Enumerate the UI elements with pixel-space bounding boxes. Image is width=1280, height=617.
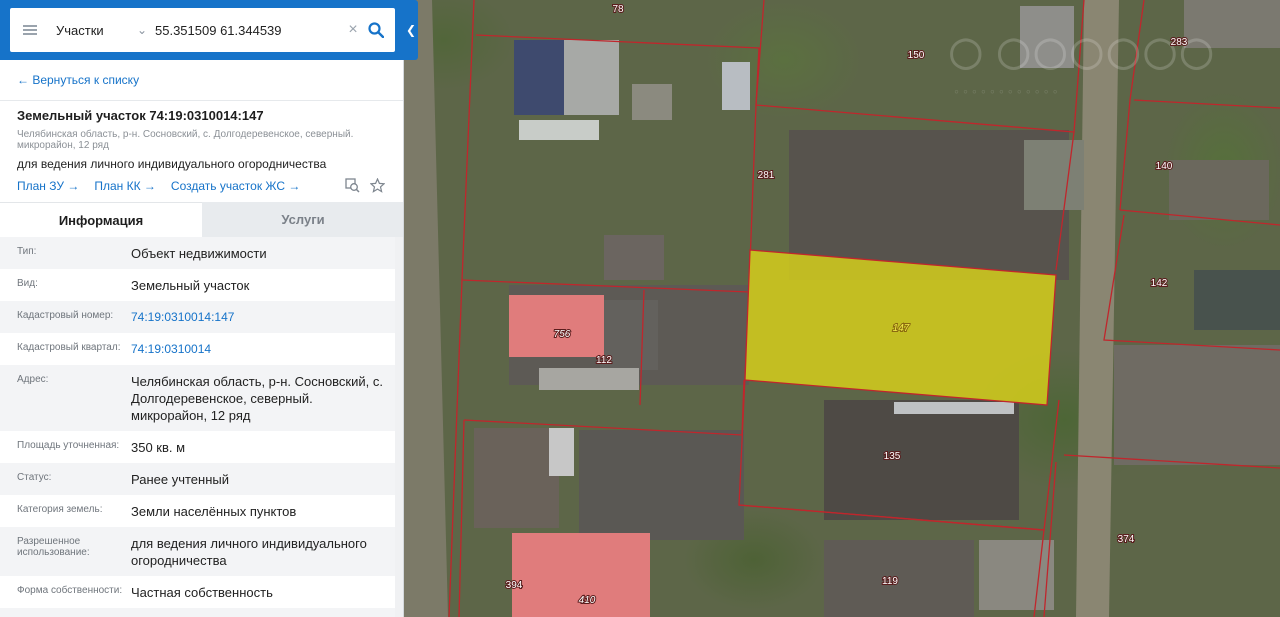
building [564,40,619,115]
row-label: Адрес: [17,374,49,385]
table-row: Адрес: Челябинская область, р-н. Сосновс… [0,365,396,431]
row-label: Статус: [17,472,52,483]
table-row: Площадь уточненная: 350 кв. м [0,431,396,463]
building [514,40,564,115]
divider [0,100,403,101]
info-panel: ← Вернуться к списку Земельный участок 7… [0,60,404,617]
parcel-label: 374 [1118,534,1135,545]
building [824,540,974,617]
layer-select[interactable]: Участки [50,23,132,38]
building [722,62,750,110]
building [979,540,1054,610]
search-header: Участки ⌄ × [0,0,404,60]
locate-icon[interactable] [345,178,360,198]
purpose-text: для ведения личного индивидуального огор… [17,157,327,171]
building [474,428,559,528]
parcel-label: 147 [893,323,910,334]
table-row: Статус: Ранее учтенный [0,463,396,495]
row-value: Челябинская область, р-н. Сосновский, с.… [131,374,383,423]
building [604,235,664,280]
star-icon[interactable] [369,177,386,198]
parcel-label: 112 [596,355,612,366]
tabs: Информация Услуги [0,202,403,238]
cadastral-quarter-link[interactable]: 74:19:0310014 [131,333,396,365]
action-links: План ЗУ → План КК → Создать участок ЖС → [17,179,300,193]
row-label: Вид: [17,278,38,289]
back-to-list-link[interactable]: ← Вернуться к списку [17,73,139,87]
collapse-panel-button[interactable]: ❮ [404,0,418,60]
building [579,430,744,540]
parcel-label: 119 [882,576,898,587]
tab-info[interactable]: Информация [0,202,202,238]
parcel-label: 283 [1171,37,1188,48]
row-label: Форма собственности: [17,585,123,596]
row-label: Категория земель: [17,504,103,515]
row-label: Площадь уточненная: [17,440,120,451]
row-value: 350 кв. м [131,440,186,455]
chevron-left-icon: ❮ [405,23,417,37]
parcel-label: 135 [884,451,901,462]
search-icon[interactable] [364,18,388,42]
parcel-label: 281 [758,170,775,181]
building [1194,270,1280,330]
parcel-label: 150 [908,50,925,61]
row-label: Кадастровый квартал: [17,342,121,353]
search-input[interactable] [152,14,342,46]
row-value: Частная собственность [131,585,273,600]
row-label: Тип: [17,246,37,257]
row-value: для ведения личного индивидуального огор… [131,536,367,568]
row-value [131,608,396,617]
building [824,400,1019,520]
create-parcel-link[interactable]: Создать участок ЖС → [171,179,300,193]
parcel-label: 142 [1151,278,1168,289]
table-row: Кадастровый квартал: 74:19:0310014 [0,333,396,365]
building [894,402,1014,414]
info-table: Тип: Объект недвижимости Вид: Земельный … [0,237,396,617]
parcel-label: 756 [554,329,571,340]
table-row: Разрешенное использование: для ведения л… [0,527,396,576]
table-row: Категория земель: Земли населённых пункт… [0,495,396,527]
building [1114,345,1280,465]
parcel-label: 140 [1156,161,1173,172]
building [1169,160,1269,220]
panel-actions [345,177,386,198]
road [404,0,448,617]
parcel-label: 78 [612,4,624,15]
menu-icon[interactable] [10,8,50,52]
row-value: Земли населённых пунктов [131,504,297,519]
table-row: Форма собственности: Частная собственнос… [0,576,396,608]
search-bar: Участки ⌄ × [10,8,395,52]
map-canvas[interactable]: ◯ ◯◯◯◯◯◯ ◦◦◦◦◦◦◦◦◦◦◦◦ 78 150 283 281 140… [404,0,1280,617]
row-label [0,608,131,617]
road [1076,0,1119,617]
row-value: Ранее учтенный [131,472,229,487]
building [1024,140,1084,210]
tab-services[interactable]: Услуги [202,202,403,237]
map-view[interactable]: ◯ ◯◯◯◯◯◯ ◦◦◦◦◦◦◦◦◦◦◦◦ 78 150 283 281 140… [404,0,1280,617]
plan-kk-link[interactable]: План КК → [94,179,156,193]
row-value: Объект недвижимости [131,246,267,261]
chevron-down-icon[interactable]: ⌄ [132,23,152,37]
table-row [0,608,396,617]
row-label: Кадастровый номер: [17,310,114,321]
plan-zu-link[interactable]: План ЗУ → [17,179,79,193]
scrollbar[interactable] [395,237,403,617]
parcel-label: 410 [579,595,596,606]
row-value: Земельный участок [131,278,250,293]
table-row: Тип: Объект недвижимости [0,237,396,269]
building [539,368,639,390]
building [632,84,672,120]
page-title: Земельный участок 74:19:0310014:147 [17,108,264,123]
parcel-label: 394 [506,580,523,591]
building [549,428,574,476]
address-short: Челябинская область, р-н. Сосновский, с.… [17,129,354,151]
table-row: Кадастровый номер: 74:19:0310014:147 [0,301,396,333]
clear-icon[interactable]: × [342,21,364,39]
cadastral-number-link[interactable]: 74:19:0310014:147 [131,301,396,333]
table-row: Вид: Земельный участок [0,269,396,301]
watermark-sub: ◦◦◦◦◦◦◦◦◦◦◦◦ [954,83,1062,99]
building [519,120,599,140]
row-label: Разрешенное использование: [17,536,90,558]
parcel-756[interactable] [509,295,604,357]
